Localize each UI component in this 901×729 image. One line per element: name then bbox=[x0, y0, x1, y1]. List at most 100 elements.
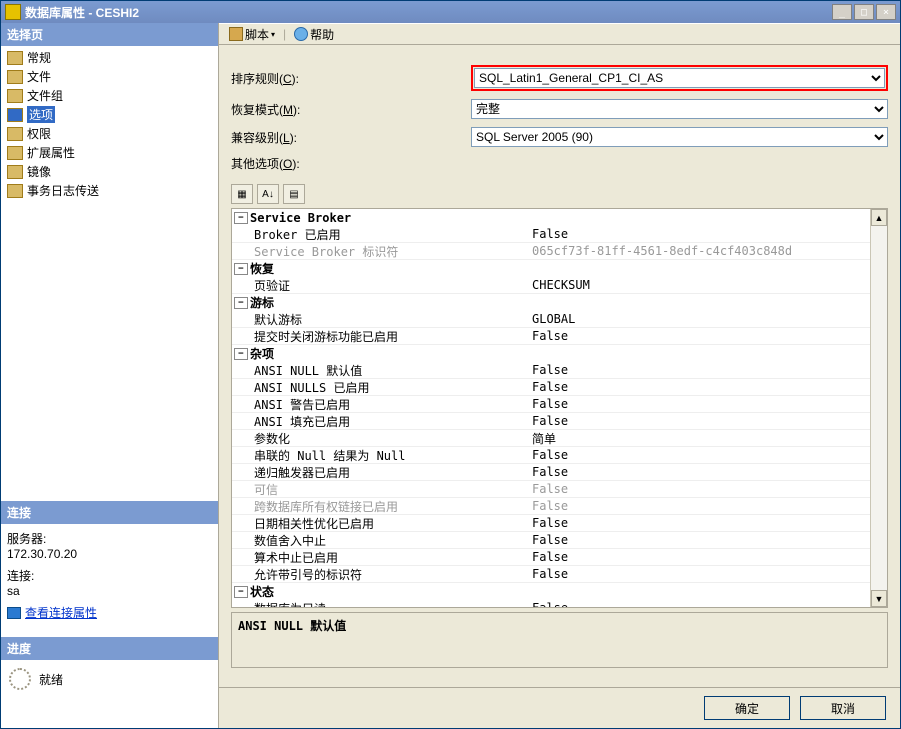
sidebar-item-label: 权限 bbox=[27, 125, 51, 142]
property-row[interactable]: 允许带引号的标识符False bbox=[232, 566, 870, 583]
progress-header: 进度 bbox=[1, 637, 218, 660]
server-value: 172.30.70.20 bbox=[7, 547, 212, 561]
sidebar-item-label: 扩展属性 bbox=[27, 144, 75, 161]
collapse-icon[interactable]: − bbox=[234, 263, 248, 275]
categorized-button[interactable]: ▦ bbox=[231, 184, 253, 204]
sidebar-item[interactable]: 镜像 bbox=[3, 162, 216, 181]
property-name: ANSI 填充已启用 bbox=[232, 413, 532, 430]
script-icon bbox=[229, 27, 243, 41]
property-name: Broker 已启用 bbox=[232, 226, 532, 243]
property-row[interactable]: 默认游标GLOBAL bbox=[232, 311, 870, 328]
property-value: 简单 bbox=[532, 430, 870, 447]
sidebar-item[interactable]: 文件 bbox=[3, 67, 216, 86]
left-pane: 选择页 常规文件文件组选项权限扩展属性镜像事务日志传送 连接 服务器: 172.… bbox=[1, 23, 219, 728]
collapse-icon[interactable]: − bbox=[234, 348, 248, 360]
scroll-down-button[interactable]: ▼ bbox=[871, 590, 887, 607]
property-row[interactable]: 可信False bbox=[232, 481, 870, 498]
property-name: 数值舍入中止 bbox=[232, 532, 532, 549]
cancel-button[interactable]: 取消 bbox=[800, 696, 886, 720]
property-name: 允许带引号的标识符 bbox=[232, 566, 532, 583]
property-name: 日期相关性优化已启用 bbox=[232, 515, 532, 532]
grid-scrollbar[interactable]: ▲ ▼ bbox=[870, 209, 887, 607]
sidebar-item[interactable]: 文件组 bbox=[3, 86, 216, 105]
connection-label: 连接: bbox=[7, 567, 212, 584]
property-row[interactable]: 页验证CHECKSUM bbox=[232, 277, 870, 294]
alphabetical-button[interactable]: A↓ bbox=[257, 184, 279, 204]
dialog-window: 数据库属性 - CESHI2 _ □ × 选择页 常规文件文件组选项权限扩展属性… bbox=[0, 0, 901, 729]
property-value: CHECKSUM bbox=[532, 278, 870, 292]
property-row[interactable]: 数据库为只读False bbox=[232, 600, 870, 607]
property-row[interactable]: Broker 已启用False bbox=[232, 226, 870, 243]
sidebar-item[interactable]: 事务日志传送 bbox=[3, 181, 216, 200]
maximize-button[interactable]: □ bbox=[854, 4, 874, 20]
property-name: 页验证 bbox=[232, 277, 532, 294]
collapse-icon[interactable]: − bbox=[234, 212, 248, 224]
recovery-label: 恢复模式(M): bbox=[231, 101, 471, 118]
sidebar-item-label: 常规 bbox=[27, 49, 51, 66]
minimize-button[interactable]: _ bbox=[832, 4, 852, 20]
property-row[interactable]: ANSI NULL 默认值False bbox=[232, 362, 870, 379]
other-options-label: 其他选项(O): bbox=[231, 155, 471, 172]
view-connection-props-link[interactable]: 查看连接属性 bbox=[7, 604, 212, 621]
collation-select[interactable]: SQL_Latin1_General_CP1_CI_AS bbox=[474, 68, 885, 88]
property-row[interactable]: ANSI 警告已启用False bbox=[232, 396, 870, 413]
compat-label: 兼容级别(L): bbox=[231, 129, 471, 146]
category-header[interactable]: −游标 bbox=[232, 294, 870, 311]
property-description: ANSI NULL 默认值 bbox=[231, 612, 888, 668]
property-row[interactable]: 数值舍入中止False bbox=[232, 532, 870, 549]
category-header[interactable]: −Service Broker bbox=[232, 209, 870, 226]
help-button[interactable]: 帮助 bbox=[290, 25, 338, 44]
sidebar-item-label: 选项 bbox=[27, 106, 55, 123]
scroll-up-button[interactable]: ▲ bbox=[871, 209, 887, 226]
titlebar[interactable]: 数据库属性 - CESHI2 _ □ × bbox=[1, 1, 900, 23]
property-row[interactable]: 递归触发器已启用False bbox=[232, 464, 870, 481]
compat-select[interactable]: SQL Server 2005 (90) bbox=[471, 127, 888, 147]
help-icon bbox=[294, 27, 308, 41]
category-header[interactable]: −杂项 bbox=[232, 345, 870, 362]
recovery-select[interactable]: 完整 bbox=[471, 99, 888, 119]
property-row[interactable]: 日期相关性优化已启用False bbox=[232, 515, 870, 532]
toolbar: 脚本 ▾ | 帮助 bbox=[219, 23, 900, 45]
right-pane: 脚本 ▾ | 帮助 排序规则(C): SQL_Latin1_General_CP… bbox=[219, 23, 900, 728]
property-row[interactable]: 参数化简单 bbox=[232, 430, 870, 447]
script-button[interactable]: 脚本 ▾ bbox=[225, 25, 279, 44]
sidebar-item[interactable]: 权限 bbox=[3, 124, 216, 143]
property-name: 默认游标 bbox=[232, 311, 532, 328]
dropdown-icon: ▾ bbox=[271, 30, 275, 39]
category-header[interactable]: −恢复 bbox=[232, 260, 870, 277]
sidebar-item-label: 文件组 bbox=[27, 87, 63, 104]
property-name: 提交时关闭游标功能已启用 bbox=[232, 328, 532, 345]
property-name: 参数化 bbox=[232, 430, 532, 447]
collapse-icon[interactable]: − bbox=[234, 586, 248, 598]
property-name: ANSI NULL 默认值 bbox=[232, 362, 532, 379]
sidebar-item[interactable]: 选项 bbox=[3, 105, 216, 124]
collapse-icon[interactable]: − bbox=[234, 297, 248, 309]
property-row[interactable]: ANSI NULLS 已启用False bbox=[232, 379, 870, 396]
property-value: False bbox=[532, 329, 870, 343]
progress-status: 就绪 bbox=[39, 671, 63, 688]
property-value: False bbox=[532, 227, 870, 241]
property-value: GLOBAL bbox=[532, 312, 870, 326]
sidebar-item[interactable]: 扩展属性 bbox=[3, 143, 216, 162]
property-row[interactable]: ANSI 填充已启用False bbox=[232, 413, 870, 430]
property-grid: −Service BrokerBroker 已启用FalseService Br… bbox=[231, 208, 888, 608]
property-name: ANSI 警告已启用 bbox=[232, 396, 532, 413]
property-name: 数据库为只读 bbox=[232, 600, 532, 608]
property-row[interactable]: 提交时关闭游标功能已启用False bbox=[232, 328, 870, 345]
property-value: False bbox=[532, 567, 870, 581]
close-button[interactable]: × bbox=[876, 4, 896, 20]
property-row[interactable]: Service Broker 标识符065cf73f-81ff-4561-8ed… bbox=[232, 243, 870, 260]
property-value: False bbox=[532, 414, 870, 428]
property-row[interactable]: 跨数据库所有权链接已启用False bbox=[232, 498, 870, 515]
sidebar-item-label: 事务日志传送 bbox=[27, 182, 99, 199]
property-row[interactable]: 串联的 Null 结果为 NullFalse bbox=[232, 447, 870, 464]
server-label: 服务器: bbox=[7, 530, 212, 547]
category-header[interactable]: −状态 bbox=[232, 583, 870, 600]
property-pages-button[interactable]: ▤ bbox=[283, 184, 305, 204]
sidebar-item[interactable]: 常规 bbox=[3, 48, 216, 67]
property-row[interactable]: 算术中止已启用False bbox=[232, 549, 870, 566]
ok-button[interactable]: 确定 bbox=[704, 696, 790, 720]
property-name: 算术中止已启用 bbox=[232, 549, 532, 566]
property-value: False bbox=[532, 601, 870, 607]
page-icon bbox=[7, 165, 23, 179]
